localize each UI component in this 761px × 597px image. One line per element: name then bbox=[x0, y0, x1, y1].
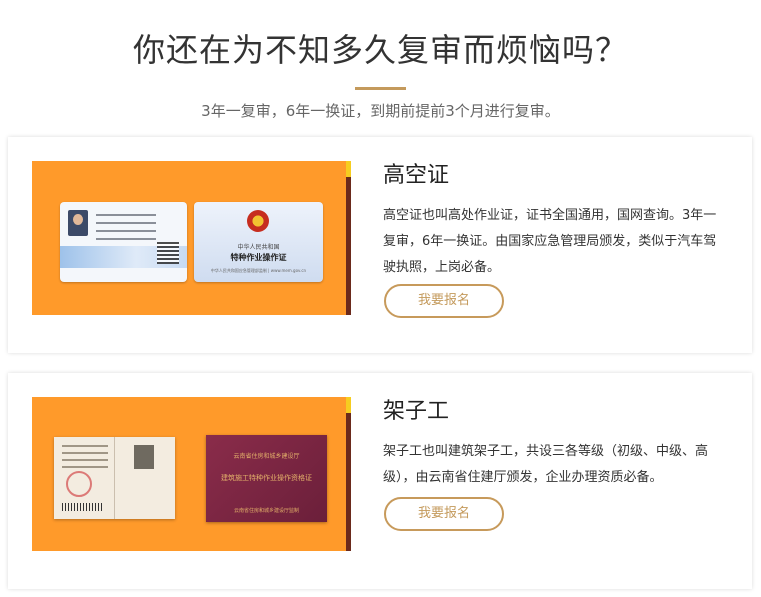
qr-code-icon bbox=[157, 242, 179, 264]
image-accent-bar bbox=[346, 161, 351, 315]
course-title: 高空证 bbox=[383, 163, 450, 188]
cert-footer: 中华人民共和国应急管理部监制 | www.mem.gov.cn bbox=[210, 268, 307, 273]
title-underline bbox=[355, 87, 406, 90]
book-footer: 云南省住房和城乡建设厅监制 bbox=[233, 508, 299, 514]
course-card-scaffolder: 云南省住房和城乡建设厅 建筑施工特种作业操作资格证 云南省住房和城乡建设厅监制 … bbox=[8, 373, 752, 589]
page-subtitle: 3年一复审，6年一换证，到期前提前3个月进行复审。 bbox=[201, 102, 560, 120]
person-photo bbox=[68, 210, 88, 236]
cert-title: 特种作业操作证 bbox=[230, 253, 287, 262]
id-card-image bbox=[60, 202, 187, 282]
course-description: 高空证也叫高处作业证，证书全国通用，国网查询。3年一复审，6年一换证。由国家应急… bbox=[383, 208, 717, 275]
course-image: 云南省住房和城乡建设厅 建筑施工特种作业操作资格证 云南省住房和城乡建设厅监制 bbox=[32, 397, 351, 551]
signup-button[interactable]: 我要报名 bbox=[384, 497, 504, 531]
book-header: 云南省住房和城乡建设厅 bbox=[233, 453, 300, 460]
course-description: 架子工也叫建筑架子工，共设三各等级（初级、中级、高级），由云南省住建厅颁发，企业… bbox=[383, 444, 709, 485]
image-accent-bar bbox=[346, 397, 351, 551]
cert-header: 中华人民共和国 bbox=[237, 244, 280, 251]
person-photo bbox=[134, 445, 154, 469]
signup-button[interactable]: 我要报名 bbox=[384, 284, 504, 318]
course-image: 中华人民共和国 特种作业操作证 中华人民共和国应急管理部监制 | www.mem… bbox=[32, 161, 351, 315]
course-title: 架子工 bbox=[383, 399, 450, 424]
red-stamp-icon bbox=[66, 471, 92, 497]
national-emblem-icon bbox=[247, 210, 269, 232]
certificate-booklet-cover-image: 云南省住房和城乡建设厅 建筑施工特种作业操作资格证 云南省住房和城乡建设厅监制 bbox=[206, 435, 327, 522]
barcode-icon bbox=[62, 503, 102, 511]
page-title: 你还在为不知多久复审而烦恼吗？ bbox=[132, 31, 628, 69]
course-card-high-altitude: 中华人民共和国 特种作业操作证 中华人民共和国应急管理部监制 | www.mem… bbox=[8, 137, 752, 353]
open-certificate-booklet-image bbox=[54, 437, 175, 519]
book-title: 建筑施工特种作业操作资格证 bbox=[221, 474, 312, 482]
certificate-card-image: 中华人民共和国 特种作业操作证 中华人民共和国应急管理部监制 | www.mem… bbox=[194, 202, 323, 282]
